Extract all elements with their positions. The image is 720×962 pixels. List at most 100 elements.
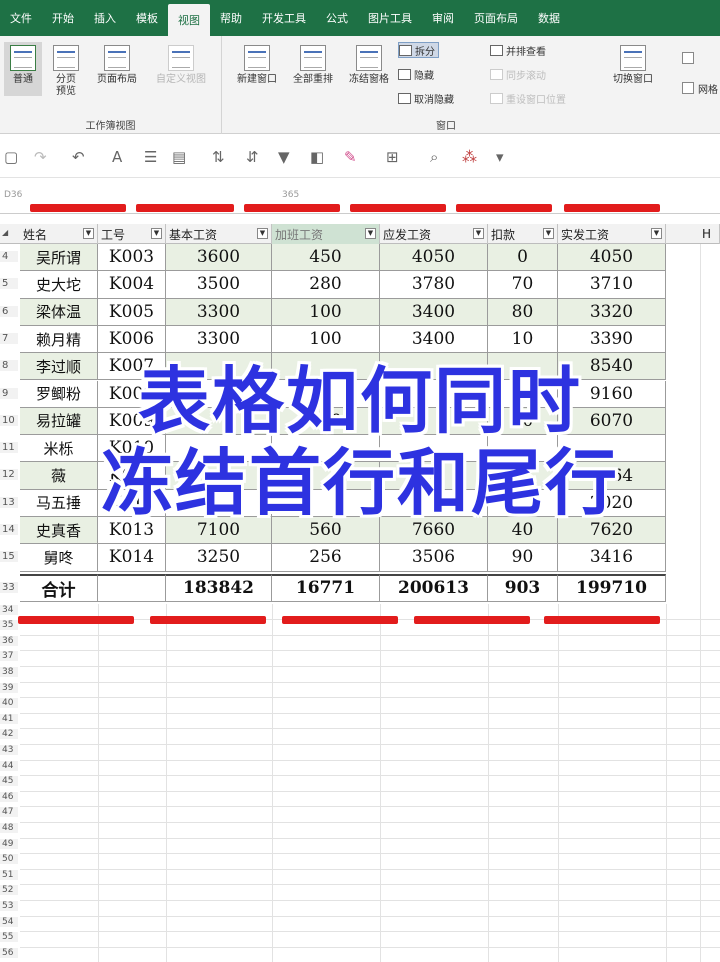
cell-id[interactable]: K011 xyxy=(98,462,166,490)
cell-net[interactable] xyxy=(558,435,666,463)
column-header-h[interactable]: H xyxy=(666,224,720,244)
row-number[interactable]: 37 xyxy=(0,651,18,662)
column-header-net[interactable]: 实发工资 ▼ xyxy=(558,224,666,244)
page-break-preview-button[interactable]: 分页 预览 xyxy=(48,42,84,108)
cell-net[interactable]: 3710 xyxy=(558,271,666,299)
row-number[interactable]: 53 xyxy=(0,901,18,911)
cell-net[interactable]: 6164 xyxy=(558,462,666,490)
cell-id[interactable]: K007 xyxy=(98,353,166,381)
cell-id[interactable]: K004 xyxy=(98,271,166,299)
cell-gross[interactable]: 3400 xyxy=(380,298,488,326)
cell-gross[interactable]: 7660 xyxy=(380,517,488,545)
row-number[interactable]: 9 xyxy=(0,387,18,399)
row-number[interactable]: 42 xyxy=(0,729,18,740)
macro-icon[interactable]: ⁂ xyxy=(462,148,477,166)
cell-ot[interactable]: 100 xyxy=(272,325,380,354)
cell-gross[interactable] xyxy=(380,353,488,381)
row-number[interactable]: 35 xyxy=(0,620,18,631)
row-number[interactable]: 13 xyxy=(0,496,18,508)
row-number[interactable]: 52 xyxy=(0,885,18,896)
column-header-gross[interactable]: 应发工资 ▼ xyxy=(380,224,488,244)
sort-desc-icon[interactable]: ⇵ xyxy=(246,148,259,166)
cell-ot[interactable]: 150 xyxy=(272,407,380,436)
cell-name[interactable]: 史大坨 xyxy=(20,271,98,299)
filter-icon[interactable]: ▼ xyxy=(278,148,290,166)
freeze-panes-button[interactable]: 冻结窗格 xyxy=(342,42,396,102)
total-cell-ded[interactable]: 903 xyxy=(488,573,558,602)
font-color-icon[interactable]: A xyxy=(112,148,122,166)
cell-name[interactable]: 薇 xyxy=(20,462,98,490)
cell-ded[interactable]: 90 xyxy=(488,544,558,572)
reset-window-button[interactable]: 重设窗口位置 xyxy=(490,90,566,106)
row-number[interactable]: 33 xyxy=(0,581,18,593)
cell-name[interactable]: 梁体温 xyxy=(20,298,98,326)
cell-gross[interactable] xyxy=(380,489,488,517)
tab-1[interactable]: 开始 xyxy=(42,0,84,36)
row-number[interactable]: 55 xyxy=(0,932,18,943)
cell-name[interactable]: 米栎 xyxy=(20,435,98,463)
undo-icon[interactable]: ↶ xyxy=(72,148,85,166)
hide-button[interactable]: 隐藏 xyxy=(398,66,434,82)
filter-dropdown-icon[interactable]: ▼ xyxy=(257,228,268,239)
align-icon[interactable]: ☰ xyxy=(144,148,157,166)
split-button[interactable]: 拆分 xyxy=(398,42,439,58)
insert-icon[interactable]: ⊞ xyxy=(386,148,399,166)
cell-base[interactable]: 7100 xyxy=(166,517,272,545)
cell-ded[interactable] xyxy=(488,353,558,381)
switch-window-button[interactable]: 切换窗口 xyxy=(602,42,664,102)
cell-name[interactable]: 易拉罐 xyxy=(20,407,98,436)
total-cell-id[interactable] xyxy=(98,573,166,602)
cell-net[interactable]: 3416 xyxy=(558,544,666,572)
cell-ot[interactable]: 256 xyxy=(272,544,380,572)
gridlines-checkbox[interactable] xyxy=(682,82,694,94)
chart-icon[interactable]: ◧ xyxy=(310,148,324,166)
row-number[interactable]: 43 xyxy=(0,745,18,755)
cell-id[interactable]: K003 xyxy=(98,244,166,272)
row-number[interactable]: 8 xyxy=(0,360,18,372)
tab-6[interactable]: 开发工具 xyxy=(252,0,316,36)
row-number[interactable]: 40 xyxy=(0,698,18,709)
cell-ot[interactable] xyxy=(272,380,380,408)
cell-gross[interactable] xyxy=(380,407,488,436)
cell-id[interactable]: K005 xyxy=(98,298,166,326)
cell-net[interactable]: 3390 xyxy=(558,325,666,354)
filter-dropdown-icon[interactable]: ▼ xyxy=(543,228,554,239)
column-header-id[interactable]: 工号 ▼ xyxy=(98,224,166,244)
row-number[interactable]: 45 xyxy=(0,776,18,787)
redo-icon[interactable]: ↷ xyxy=(34,148,47,166)
row-number[interactable]: 12 xyxy=(0,469,18,481)
cell-base[interactable]: 3500 xyxy=(166,271,272,299)
cell-ded[interactable]: 10 xyxy=(488,325,558,354)
row-number[interactable]: 44 xyxy=(0,760,18,771)
cell-ded[interactable] xyxy=(488,435,558,463)
cell-ded[interactable] xyxy=(488,489,558,517)
save-icon[interactable]: ▢ xyxy=(4,148,18,166)
cell-ded[interactable]: 80 xyxy=(488,298,558,326)
cell-name[interactable]: 史真香 xyxy=(20,517,98,545)
cell-gross[interactable]: 4050 xyxy=(380,244,488,272)
tab-4[interactable]: 视图 xyxy=(168,4,210,36)
row-number[interactable]: 15 xyxy=(0,551,18,563)
row-number[interactable]: 56 xyxy=(0,947,18,958)
sort-asc-icon[interactable]: ⇅ xyxy=(212,148,225,166)
filter-dropdown-icon[interactable]: ▼ xyxy=(473,228,484,239)
cell-base[interactable] xyxy=(166,407,272,436)
row-number[interactable]: 38 xyxy=(0,667,18,677)
row-number[interactable]: 6 xyxy=(0,305,18,317)
cell-ot[interactable] xyxy=(272,353,380,381)
cell-gross[interactable]: 3780 xyxy=(380,271,488,299)
row-number[interactable]: 54 xyxy=(0,916,18,927)
total-cell-gross[interactable]: 200613 xyxy=(380,573,488,602)
cell-name[interactable]: 马五捶 xyxy=(20,489,98,517)
column-header-ded[interactable]: 扣款 ▼ xyxy=(488,224,558,244)
tab-5[interactable]: 帮助 xyxy=(210,0,252,36)
row-number[interactable]: 36 xyxy=(0,635,18,646)
row-number[interactable]: 48 xyxy=(0,823,18,833)
cell-name[interactable]: 舅咚 xyxy=(20,544,98,572)
row-number[interactable]: 47 xyxy=(0,807,18,818)
cell-net[interactable]: 7620 xyxy=(558,517,666,545)
column-header-ot[interactable]: 加班工资 ▼ xyxy=(272,224,380,244)
cell-net[interactable]: 6070 xyxy=(558,407,666,436)
search-icon[interactable]: ⌕ xyxy=(430,148,438,166)
cell-ded[interactable]: 70 xyxy=(488,271,558,299)
